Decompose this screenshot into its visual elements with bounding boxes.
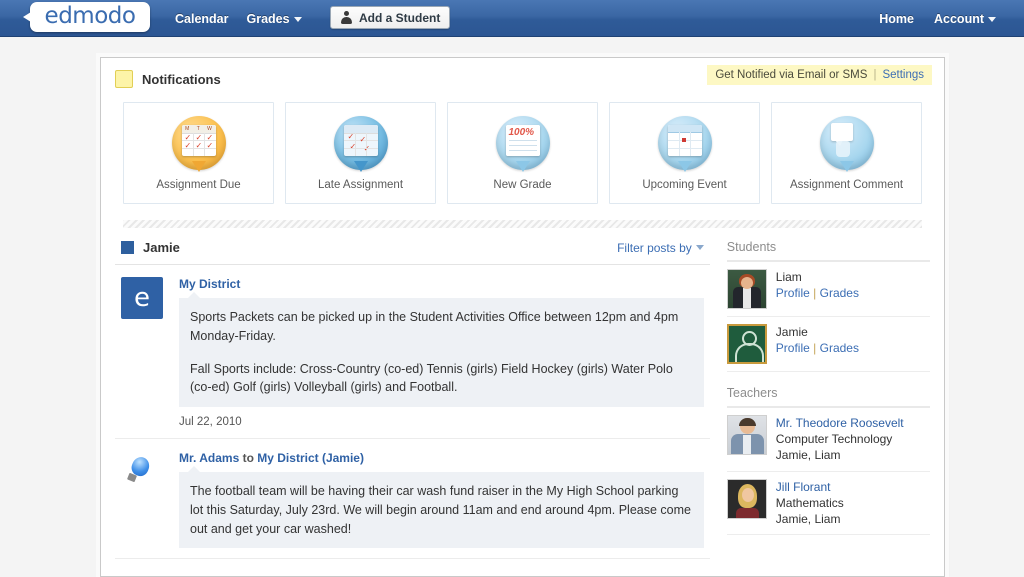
feed-post: e My District Sports Packets can be pick…: [115, 265, 710, 439]
student-color-swatch: [121, 241, 134, 254]
student-grades-link[interactable]: Grades: [820, 286, 859, 300]
banner-separator: |: [873, 69, 877, 81]
student-links: Profile | Grades: [776, 340, 930, 356]
teacher-subject: Computer Technology: [775, 432, 893, 447]
post-author-link[interactable]: My District: [179, 277, 240, 291]
teacher-photo-theodore[interactable]: [726, 415, 767, 455]
late-calendar-icon: ✓ ✓ ✓ ✓: [333, 115, 388, 172]
notification-card-label: Upcoming Event: [642, 178, 727, 191]
right-sidebar: Students Liam Profile | Grades Jamie Pro…: [726, 240, 930, 559]
notification-card-label: New Grade: [493, 178, 552, 191]
chevron-down-icon: [293, 17, 302, 22]
comment-bubble-icon: [819, 115, 874, 172]
post-paragraph: Fall Sports include: Cross-Country (co-e…: [190, 361, 673, 395]
teacher-name[interactable]: Mr. Theodore Roosevelt: [776, 415, 930, 431]
student-row: Liam Profile | Grades: [726, 262, 930, 317]
feed-student-name: Jamie: [143, 240, 180, 255]
notifications-header: Notifications Get Notified via Email or …: [101, 58, 944, 100]
post-avatar[interactable]: [121, 451, 175, 548]
nav-link-calendar-label: Calendar: [175, 11, 229, 26]
filter-posts-label: Filter posts by: [617, 240, 692, 255]
calendar-check-icon: MTW ✓ ✓ ✓ ✓ ✓ ✓: [171, 115, 226, 172]
post-avatar[interactable]: e: [121, 277, 175, 428]
teacher-photo-jill[interactable]: [726, 478, 767, 519]
nav-link-grades[interactable]: Grades: [247, 12, 302, 26]
post-author-link[interactable]: Mr. Adams: [179, 451, 239, 465]
teacher-subject: Mathematics: [775, 495, 844, 510]
get-notified-banner: Get Notified via Email or SMS | Settings: [707, 65, 932, 85]
post-message: Sports Packets can be picked up in the S…: [179, 292, 704, 407]
notification-card-label: Late Assignment: [317, 178, 404, 191]
notifications-title-group: Notifications: [115, 70, 221, 88]
post-paragraph: The football team will be having their c…: [190, 484, 691, 536]
nav-link-account-label: Account: [934, 11, 984, 26]
notifications-title: Notifications: [142, 71, 221, 87]
add-student-label: Add a Student: [359, 10, 441, 25]
secondary-nav-links: Home Account: [879, 0, 996, 37]
notification-square-icon: [115, 70, 133, 88]
notification-card-assignment-comment[interactable]: Assignment Comment: [771, 102, 922, 204]
nav-link-grades-label: Grades: [246, 11, 290, 26]
teacher-name[interactable]: Jill Florant: [776, 479, 930, 495]
edmodo-e-avatar-icon: e: [121, 277, 163, 319]
post-target-link[interactable]: My District (Jamie): [257, 451, 364, 465]
notification-card-assignment-due[interactable]: MTW ✓ ✓ ✓ ✓ ✓ ✓ Assignment Due: [123, 102, 274, 204]
post-date: Jul 22, 2010: [179, 416, 242, 428]
page-background: Notifications Get Notified via Email or …: [0, 37, 1024, 577]
add-student-button[interactable]: Add a Student: [330, 6, 451, 29]
student-grades-link[interactable]: Grades: [820, 341, 859, 355]
notification-cards-row: MTW ✓ ✓ ✓ ✓ ✓ ✓ Assignment Due ✓ ✓ ✓ ✓ L…: [101, 102, 944, 204]
primary-nav-links: Calendar Grades: [175, 0, 302, 37]
event-calendar-icon: [657, 115, 712, 172]
link-separator: |: [813, 341, 817, 356]
post-title: Mr. Adams to My District (Jamie): [179, 451, 704, 465]
teacher-students: Jamie, Liam: [775, 511, 841, 526]
student-photo-jamie[interactable]: [726, 324, 767, 364]
main-content-panel: Notifications Get Notified via Email or …: [100, 57, 945, 577]
nav-link-calendar[interactable]: Calendar: [175, 12, 229, 26]
logo-text: edmodo: [44, 2, 136, 29]
notification-card-new-grade[interactable]: 100% New Grade: [447, 102, 598, 204]
post-paragraph: Sports Packets can be picked up in the S…: [190, 310, 679, 343]
notification-card-label: Assignment Comment: [789, 178, 904, 191]
teacher-students: Jamie, Liam: [775, 448, 841, 463]
nav-link-home[interactable]: Home: [879, 12, 914, 26]
chevron-down-icon: [988, 17, 996, 22]
student-name: Jamie: [775, 325, 808, 339]
get-notified-text: Get Notified via Email or SMS: [715, 69, 868, 81]
notification-card-label: Assignment Due: [156, 178, 241, 191]
notification-card-upcoming-event[interactable]: Upcoming Event: [609, 102, 760, 204]
post-title: My District: [179, 277, 704, 291]
filter-posts-dropdown[interactable]: Filter posts by: [617, 241, 704, 255]
post-to-text: to: [242, 451, 254, 465]
teachers-heading: Teachers: [726, 386, 930, 408]
person-icon: [340, 11, 353, 24]
feed-student-group: Jamie: [121, 240, 180, 255]
lightbulb-icon: [121, 451, 163, 493]
notification-card-late-assignment[interactable]: ✓ ✓ ✓ ✓ Late Assignment: [285, 102, 436, 204]
nav-link-account[interactable]: Account: [934, 12, 996, 26]
feed-column: Jamie Filter posts by e My District Spor…: [115, 240, 710, 560]
graded-paper-icon: 100%: [495, 115, 550, 172]
teacher-row: Jill Florant Mathematics Jamie, Liam: [726, 472, 930, 536]
student-profile-link[interactable]: Profile: [776, 286, 810, 300]
student-links: Profile | Grades: [776, 285, 930, 301]
settings-link[interactable]: Settings: [882, 69, 924, 81]
section-divider: [123, 220, 922, 228]
student-photo-liam[interactable]: [726, 269, 767, 309]
chevron-down-icon: [695, 245, 704, 250]
students-heading: Students: [726, 240, 930, 262]
student-profile-link[interactable]: Profile: [776, 341, 810, 355]
edmodo-logo[interactable]: edmodo: [23, 2, 150, 32]
link-separator: |: [813, 286, 817, 301]
student-row: Jamie Profile | Grades: [726, 317, 930, 372]
feed-post: Mr. Adams to My District (Jamie) The foo…: [115, 439, 710, 560]
nav-link-home-label: Home: [879, 11, 914, 26]
top-navigation-bar: edmodo Calendar Grades Add a Student Hom…: [0, 0, 1024, 37]
post-message: The football team will be having their c…: [179, 465, 704, 549]
student-name: Liam: [775, 270, 802, 284]
feed-header: Jamie Filter posts by: [115, 240, 710, 265]
teacher-row: Mr. Theodore Roosevelt Computer Technolo…: [726, 408, 930, 472]
